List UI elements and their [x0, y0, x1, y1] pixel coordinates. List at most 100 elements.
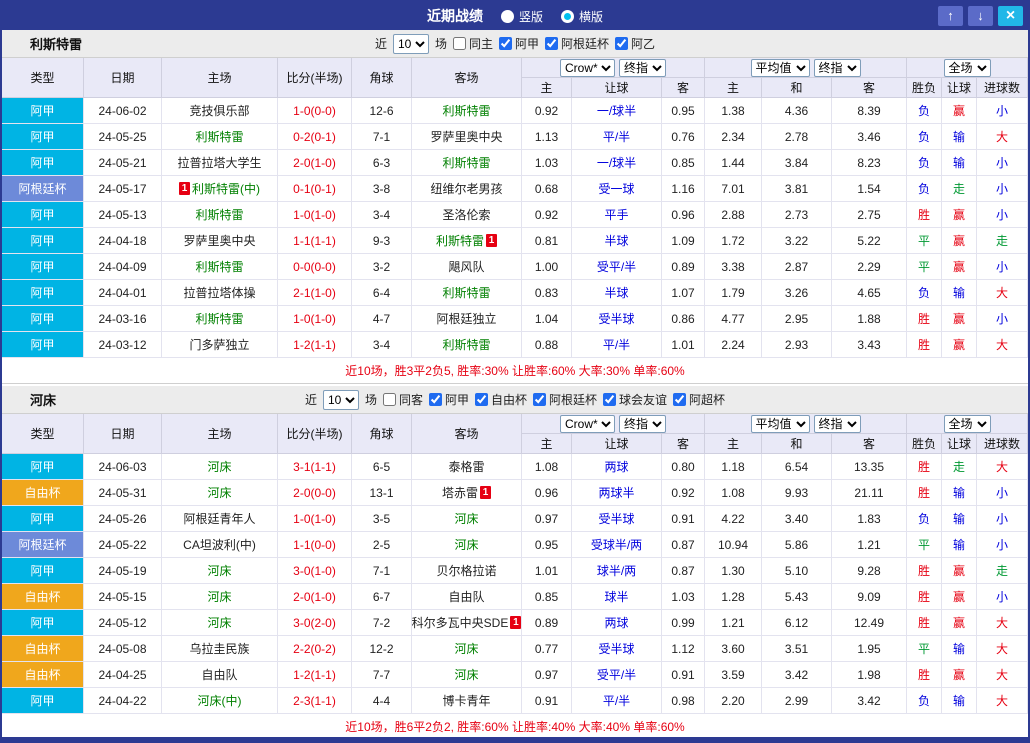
corner-count: 3-8 [352, 176, 412, 201]
score: 2-0(1-0) [278, 584, 352, 609]
avg-home-odds: 1.21 [705, 610, 762, 635]
handicap-result: 输 [942, 532, 977, 557]
near-label: 近 [304, 393, 317, 407]
column-subheader: 客 [832, 78, 907, 98]
home-team: 河床 [162, 454, 278, 479]
league-filter-checkbox-box[interactable] [545, 37, 559, 50]
corner-count: 3-2 [352, 254, 412, 279]
odds-time-select[interactable]: 终指 [619, 414, 666, 433]
corner-count: 7-1 [352, 558, 412, 583]
league-badge: 自由杯 [2, 662, 84, 687]
league-filter-checkbox[interactable]: 阿乙 [615, 35, 655, 52]
match-count-select[interactable]: 10 [392, 33, 429, 54]
league-filter-checkbox[interactable]: 阿超杯 [673, 391, 725, 408]
same-venue-checkbox[interactable]: 同客 [382, 391, 423, 408]
handicap-value: 受平/半 [572, 254, 662, 279]
radio-horizontal-layout[interactable]: 横版 [561, 8, 603, 25]
handicap-result: 赢 [942, 98, 977, 123]
match-row: 自由杯 24-05-31 河床 2-0(0-0) 13-1 塔赤雷 1 0.96 两球半 0.92… [2, 480, 1028, 506]
avg-draw-odds: 2.73 [762, 202, 832, 227]
goals-result: 大 [977, 636, 1028, 661]
league-filter-checkbox[interactable]: 阿甲 [499, 35, 539, 52]
corner-count: 7-7 [352, 662, 412, 687]
result-scope-select[interactable]: 全场 [943, 414, 991, 433]
goals-result: 小 [977, 306, 1028, 331]
same-venue-checkbox-box[interactable] [382, 393, 396, 406]
score: 1-0(0-0) [278, 98, 352, 123]
avg-company-select[interactable]: 平均值 [750, 414, 810, 433]
handicap-result: 走 [942, 454, 977, 479]
avg-away-odds: 21.11 [832, 480, 907, 505]
away-team-name: 河床 [454, 642, 479, 656]
league-filter-checkbox-box[interactable] [615, 37, 629, 50]
away-odds: 1.07 [662, 280, 705, 305]
odds-company-select[interactable]: Crow* [560, 414, 615, 433]
column-subheader: 进球数 [977, 78, 1028, 98]
match-date: 24-05-08 [84, 636, 162, 661]
league-badge: 自由杯 [2, 480, 84, 505]
away-odds: 0.87 [662, 558, 705, 583]
home-odds: 0.97 [522, 506, 572, 531]
same-venue-checkbox-box[interactable] [452, 37, 466, 50]
goals-result: 小 [977, 98, 1028, 123]
close-button[interactable]: × [998, 6, 1023, 26]
avg-time-select[interactable]: 终指 [813, 414, 861, 433]
league-filter-checkbox[interactable]: 自由杯 [475, 391, 527, 408]
goals-result: 小 [977, 254, 1028, 279]
radio-horizontal-label: 横版 [579, 9, 604, 24]
odds-group-header: Crow* 终指 [522, 58, 705, 78]
match-count-select[interactable]: 10 [322, 389, 359, 410]
home-team: 河床 [162, 584, 278, 609]
home-team: 自由队 [162, 662, 278, 687]
home-team-name: 利斯特雷 [195, 130, 244, 144]
column-header: 日期 [84, 58, 162, 98]
corner-count: 13-1 [352, 480, 412, 505]
league-filter-checkbox-box[interactable] [475, 393, 488, 406]
column-subheader: 和 [762, 78, 832, 98]
league-filter-checkbox-box[interactable] [499, 37, 512, 50]
league-filter-checkbox-box[interactable] [603, 393, 617, 406]
league-filter-checkbox[interactable]: 球会友谊 [603, 391, 667, 408]
away-team-name: 利斯特雷 [442, 156, 491, 170]
same-venue-checkbox-label: 同主 [468, 37, 493, 51]
goals-result: 大 [977, 662, 1028, 687]
corner-count: 6-3 [352, 150, 412, 175]
radio-unselected-icon [500, 9, 514, 23]
avg-company-select[interactable]: 平均值 [750, 58, 810, 77]
match-row: 阿根廷杯 24-05-17 1 利斯特雷(中) 0-1(0-1) 3-8 纽维尔老男孩 0.6… [2, 176, 1028, 202]
home-team: CA坦波利(中) [162, 532, 278, 557]
match-row: 自由杯 24-05-15 河床 2-0(1-0) 6-7 自由队 0.85 球半 1.03 1.2… [2, 584, 1028, 610]
avg-time-select[interactable]: 终指 [813, 58, 861, 77]
home-team-name: 河床 [207, 564, 232, 578]
league-filter-checkbox-box[interactable] [533, 393, 547, 406]
match-row: 阿甲 24-06-03 河床 3-1(1-1) 6-5 泰格雷 1.08 两球 0.80 1.18… [2, 454, 1028, 480]
league-filter-checkbox-box[interactable] [673, 393, 687, 406]
match-row: 阿甲 24-03-12 门多萨独立 1-2(1-1) 3-4 利斯特雷 0.88 平/半 1.0… [2, 332, 1028, 358]
away-odds: 0.95 [662, 98, 705, 123]
avg-home-odds: 3.60 [705, 636, 762, 661]
away-team: 科尔多瓦中央SDE 1 [412, 610, 522, 635]
sections-container: 利斯特雷近 10 场同主 阿甲 阿根廷杯 阿乙 类型 日期 主场 比分(半场) 角球 客场 Crow* 终… [2, 30, 1028, 737]
odds-time-select[interactable]: 终指 [619, 58, 666, 77]
team-section: 河床近 10 场同客 阿甲 自由杯 阿根廷杯 球会友谊 阿超杯 类型 日期 主场 比分(半场) 角球 客场… [2, 384, 1028, 737]
away-team: 罗萨里奥中央 [412, 124, 522, 149]
league-filter-checkbox[interactable]: 阿根廷杯 [533, 391, 597, 408]
match-date: 24-04-01 [84, 280, 162, 305]
move-up-button[interactable]: ↑ [938, 6, 963, 26]
score: 2-2(0-2) [278, 636, 352, 661]
league-filter-checkbox[interactable]: 阿甲 [428, 391, 469, 408]
avg-home-odds: 3.59 [705, 662, 762, 687]
league-filter-checkbox-box[interactable] [428, 393, 442, 406]
same-venue-checkbox[interactable]: 同主 [452, 35, 493, 52]
red-card-badge: 1 [486, 234, 497, 247]
radio-vertical-layout[interactable]: 竖版 [500, 8, 543, 25]
move-down-button[interactable]: ↓ [968, 6, 993, 26]
handicap-value: 受平/半 [572, 662, 662, 687]
handicap-result: 走 [942, 176, 977, 201]
result-scope-select[interactable]: 全场 [943, 58, 991, 77]
league-filter-checkbox[interactable]: 阿根廷杯 [545, 35, 609, 52]
match-date: 24-04-22 [84, 688, 162, 713]
odds-company-select[interactable]: Crow* [560, 58, 615, 77]
away-odds: 0.80 [662, 454, 705, 479]
match-date: 24-05-15 [84, 584, 162, 609]
